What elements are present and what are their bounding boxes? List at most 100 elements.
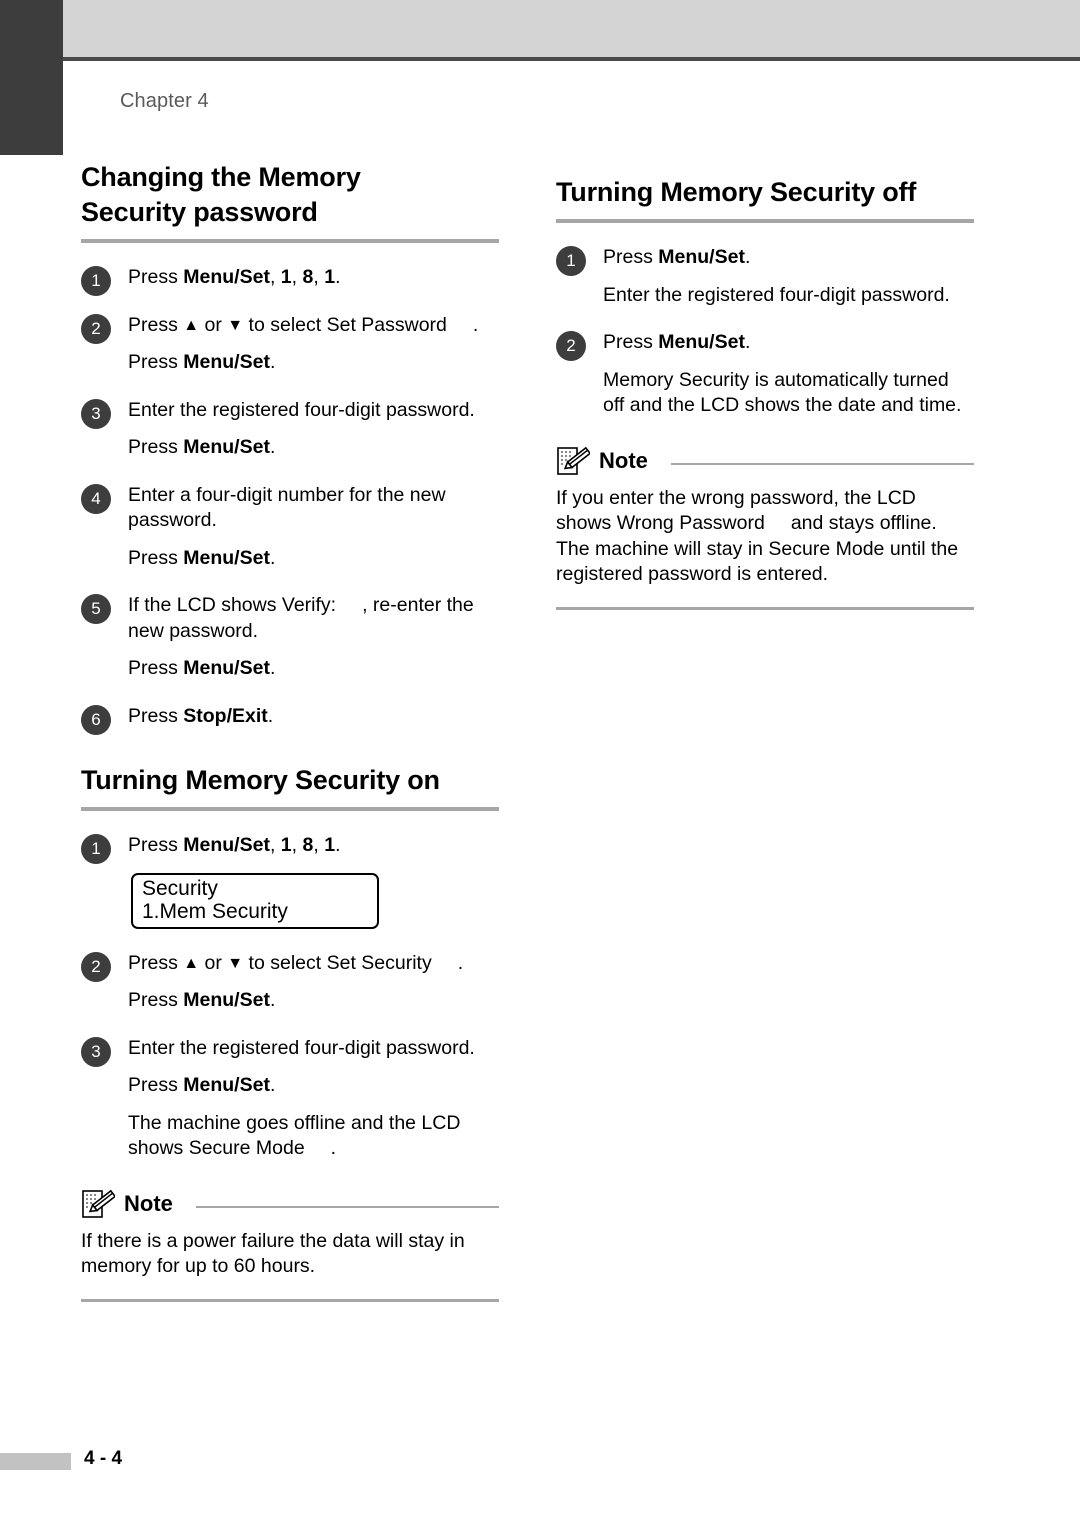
step-number-badge: 3 <box>81 398 111 429</box>
note-footer-rule <box>556 607 974 610</box>
step-text-sep1: , <box>269 834 281 856</box>
key-menu-set: Menu/Set <box>658 246 745 268</box>
step-text: Enter a four-digit number for the new pa… <box>128 483 446 532</box>
key-menu-set: Menu/Set <box>183 657 270 679</box>
lcd-line-1: Security <box>142 876 218 900</box>
step-number-badge: 1 <box>81 834 111 864</box>
heading-line-2: Security password <box>81 197 318 227</box>
step-text-pre: If the LCD shows Verify: <box>128 594 337 616</box>
key-menu-set: Menu/Set <box>183 351 270 373</box>
step-number-badge: 3 <box>81 1036 111 1067</box>
step-number-badge: 1 <box>556 246 586 276</box>
heading-rule <box>81 807 499 811</box>
footer-swatch <box>0 1453 71 1470</box>
step-item: 5 If the LCD shows Verify:, re-enter the… <box>81 593 499 682</box>
step-text-pre: Press <box>128 313 184 336</box>
step-result-pre: The machine goes offline and the LCD sho… <box>128 1111 461 1160</box>
step-text: Press Menu/Set, 1, 8, 1. <box>128 265 499 291</box>
arrow-down-icon: ▼ <box>227 954 244 972</box>
lcd-display-box: Security 1.Mem Security <box>131 872 379 929</box>
key-menu-set: Menu/Set <box>183 266 270 288</box>
step-item: 3 Enter the registered four-digit passwo… <box>81 1036 499 1162</box>
right-column: Turning Memory Security off 1 Press Menu… <box>556 160 974 610</box>
press-post: . <box>269 1074 276 1096</box>
key-menu-set: Menu/Set <box>183 834 270 856</box>
step-text-press: Press Menu/Set. <box>128 988 499 1014</box>
note-title: Note <box>599 447 648 473</box>
key-menu-set: Menu/Set <box>183 436 270 458</box>
press-post: . <box>267 704 274 727</box>
key-menu-set: Menu/Set <box>183 989 270 1011</box>
step-text: Press Menu/Set, 1, 8, 1. <box>128 833 499 859</box>
press-post: . <box>744 246 751 268</box>
key-1b: 1 <box>324 266 336 288</box>
step-item: 4 Enter a four-digit number for the new … <box>81 483 499 572</box>
step-number-badge: 2 <box>81 313 111 344</box>
note-body: If there is a power failure the data wil… <box>81 1229 465 1278</box>
step-result-text: The machine goes offline and the LCD sho… <box>128 1111 499 1162</box>
step-text-press: Press Menu/Set. <box>128 546 499 572</box>
section-title-turning-memory-security-off: Turning Memory Security off <box>556 177 917 207</box>
note-header: Note <box>556 445 974 477</box>
header-bar <box>63 0 1080 57</box>
chapter-thumb-tab <box>0 0 63 155</box>
step-result-end: . <box>330 1137 337 1159</box>
step-text-select: to select Set Password <box>243 313 447 336</box>
press-pre: Press <box>603 331 659 353</box>
page-title-changing-memory-security-password: Changing the Memory Security password <box>81 160 499 230</box>
key-1b: 1 <box>324 834 336 856</box>
press-pre: Press <box>128 546 184 569</box>
key-stop-exit: Stop/Exit <box>183 704 268 727</box>
step-item: 6 Press Stop/Exit. <box>81 704 499 735</box>
step-text-end: . <box>472 313 479 336</box>
step-text: Press Menu/Set. <box>603 245 974 271</box>
press-pre: Press <box>603 246 659 268</box>
key-8: 8 <box>302 266 314 288</box>
note-body: If you enter the wrong password, the LCD… <box>556 486 974 588</box>
step-text-or: or <box>199 951 228 974</box>
step-text-sep2: , <box>291 266 303 288</box>
note-header: Note <box>81 1188 499 1220</box>
press-post: . <box>269 989 276 1011</box>
lcd-line-2: 1.Mem Security <box>142 899 288 923</box>
step-item: 1 Press Menu/Set, 1, 8, 1. <box>81 265 499 296</box>
step-number-badge: 1 <box>81 266 111 296</box>
step-text: If the LCD shows Verify:, re-enter the n… <box>128 593 499 644</box>
key-menu-set: Menu/Set <box>658 331 745 353</box>
step-text-sep1: , <box>269 266 281 288</box>
press-post: . <box>269 657 276 679</box>
note-footer-rule <box>81 1299 499 1302</box>
key-8: 8 <box>302 834 314 856</box>
key-1: 1 <box>280 834 292 856</box>
press-pre: Press <box>128 436 184 458</box>
step-text-press: Press Menu/Set. <box>128 656 499 682</box>
note-pencil-icon <box>556 445 592 477</box>
step-text-press: Press Menu/Set. <box>128 350 499 376</box>
step-text: Enter the registered four-digit password… <box>128 398 475 421</box>
step-sub-text: Memory Security is automatically turned … <box>603 368 962 417</box>
arrow-up-icon: ▲ <box>183 954 200 972</box>
step-item: 3 Enter the registered four-digit passwo… <box>81 398 499 461</box>
left-column: Changing the Memory Security password 1 … <box>81 160 499 1302</box>
press-pre: Press <box>128 989 184 1011</box>
step-number-badge: 2 <box>556 331 586 361</box>
step-text: Press Menu/Set. <box>603 330 974 356</box>
press-pre: Press <box>128 1074 184 1096</box>
key-1: 1 <box>280 266 292 288</box>
step-text: Press Stop/Exit. <box>128 704 499 730</box>
note-block: Note If there is a power failure the dat… <box>81 1188 499 1302</box>
step-text-select: to select Set Security <box>243 951 432 974</box>
step-text-pre: Press <box>128 951 184 974</box>
step-text: Press ▲ or ▼ to select Set Security. <box>128 951 499 977</box>
step-item: 1 Press Menu/Set. Enter the registered f… <box>556 245 974 308</box>
step-text-sep3: , <box>313 834 325 856</box>
press-post: . <box>269 351 276 373</box>
step-number-badge: 4 <box>81 483 111 514</box>
press-post: . <box>744 331 751 353</box>
note-pencil-icon <box>81 1188 117 1220</box>
note-block: Note If you enter the wrong password, th… <box>556 445 974 610</box>
section-title-turning-memory-security-on: Turning Memory Security on <box>81 765 440 795</box>
step-item: 1 Press Menu/Set, 1, 8, 1. <box>81 833 499 864</box>
arrow-down-icon: ▼ <box>227 316 244 334</box>
step-number-badge: 5 <box>81 594 111 624</box>
